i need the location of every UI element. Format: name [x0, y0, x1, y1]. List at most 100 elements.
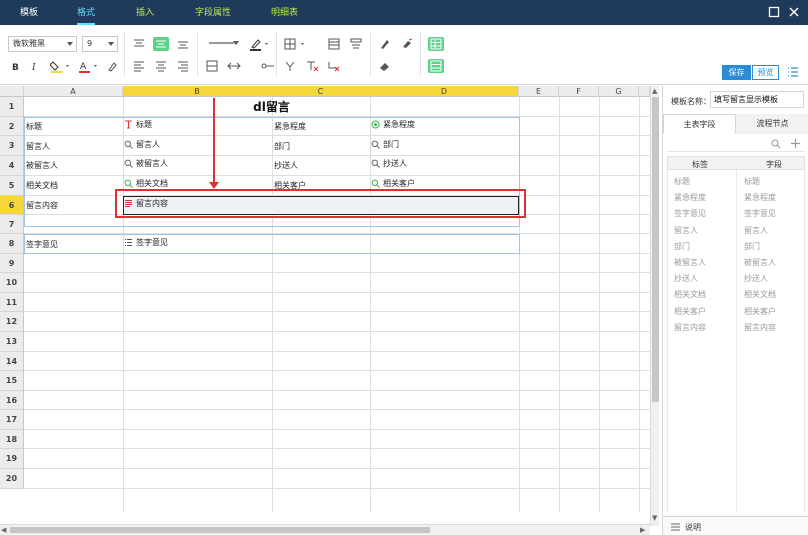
border-color-icon[interactable]: [249, 37, 271, 51]
field-search-input[interactable]: [667, 136, 805, 152]
align-top-icon[interactable]: [131, 37, 147, 51]
field-label-item[interactable]: 签字意见: [674, 208, 706, 219]
eraser-icon[interactable]: [377, 59, 393, 73]
cell-field[interactable]: 签字意见: [124, 237, 168, 248]
row-header[interactable]: 14: [0, 352, 24, 371]
row-header[interactable]: 15: [0, 371, 24, 391]
cell-label[interactable]: 抄送人: [274, 160, 298, 171]
field-name-item[interactable]: 相关文档: [744, 289, 776, 300]
paste-icon[interactable]: [282, 59, 298, 73]
delete-format-icon[interactable]: [304, 59, 320, 73]
cut-icon[interactable]: [260, 59, 276, 73]
scroll-right-icon[interactable]: ▶: [640, 526, 645, 534]
scroll-up-icon[interactable]: ▲: [652, 87, 657, 95]
field-label-item[interactable]: 标题: [674, 176, 690, 187]
field-name-item[interactable]: 抄送人: [744, 273, 768, 284]
cell-label[interactable]: 标题: [26, 121, 42, 132]
font-size-select[interactable]: 9: [82, 36, 118, 52]
clear-border-icon[interactable]: [326, 59, 342, 73]
scroll-left-icon[interactable]: ◀: [1, 526, 6, 534]
merge-cells-icon[interactable]: [204, 59, 220, 73]
row-header[interactable]: 6: [0, 196, 24, 215]
align-center-icon[interactable]: [153, 59, 169, 73]
field-name-item[interactable]: 部门: [744, 241, 760, 252]
row-header[interactable]: 2: [0, 117, 24, 136]
field-label-item[interactable]: 相关文档: [674, 289, 706, 300]
cell-field[interactable]: 标题: [124, 119, 152, 130]
tab-template[interactable]: 模板: [20, 0, 38, 25]
cell-field[interactable]: 抄送人: [371, 158, 407, 169]
row-header[interactable]: 19: [0, 449, 24, 469]
field-label-item[interactable]: 被留言人: [674, 257, 706, 268]
field-label-item[interactable]: 留言人: [674, 225, 698, 236]
field-name-item[interactable]: 留言内容: [744, 322, 776, 333]
row-header[interactable]: 16: [0, 391, 24, 410]
corner-header[interactable]: [0, 86, 24, 97]
row-header[interactable]: 8: [0, 234, 24, 254]
field-name-item[interactable]: 被留言人: [744, 257, 776, 268]
font-color-icon[interactable]: A: [78, 59, 100, 73]
close-icon[interactable]: [788, 6, 800, 18]
row-header[interactable]: 10: [0, 273, 24, 293]
column-header-a[interactable]: A: [24, 86, 123, 97]
bold-icon[interactable]: B: [8, 59, 24, 73]
cell-label[interactable]: 紧急程度: [274, 121, 306, 132]
cell-label[interactable]: 被留言人: [26, 160, 58, 171]
cell-field[interactable]: 留言人: [124, 139, 160, 150]
insert-column-icon[interactable]: [348, 37, 364, 51]
cell-label[interactable]: 留言人: [26, 141, 50, 152]
tab-insert[interactable]: 插入: [136, 0, 154, 25]
row-header[interactable]: 5: [0, 176, 24, 196]
align-right-icon[interactable]: [175, 59, 191, 73]
cell-label[interactable]: 部门: [274, 141, 290, 152]
field-name-item[interactable]: 紧急程度: [744, 192, 776, 203]
field-label-item[interactable]: 紧急程度: [674, 192, 706, 203]
column-header-e[interactable]: E: [519, 86, 559, 97]
field-name-item[interactable]: 标题: [744, 176, 760, 187]
table-grid-icon[interactable]: [428, 37, 444, 51]
column-header-d[interactable]: D: [370, 86, 519, 97]
insert-row-icon[interactable]: [326, 37, 342, 51]
field-name-item[interactable]: 相关客户: [744, 306, 776, 317]
align-left-icon[interactable]: [131, 59, 147, 73]
line-style-select[interactable]: [204, 36, 242, 52]
border-select-icon[interactable]: [282, 37, 308, 51]
field-name-item[interactable]: 签字意见: [744, 208, 776, 219]
split-cells-icon[interactable]: [226, 59, 242, 73]
scroll-down-icon[interactable]: ▼: [652, 514, 657, 522]
restore-icon[interactable]: [768, 6, 780, 18]
cell-field[interactable]: 相关文档: [124, 178, 168, 189]
highlight-icon[interactable]: [377, 37, 393, 51]
tab-format[interactable]: 格式: [77, 0, 96, 25]
cell-field[interactable]: 被留言人: [124, 158, 168, 169]
row-header[interactable]: 9: [0, 254, 24, 273]
tab-field-properties[interactable]: 字段属性: [195, 0, 231, 25]
align-bottom-icon[interactable]: [175, 37, 191, 51]
list-menu-icon[interactable]: [787, 66, 799, 78]
horizontal-scrollbar[interactable]: ◀ ▶: [0, 524, 650, 535]
horizontal-scrollbar-thumb[interactable]: [10, 527, 430, 533]
field-label-item[interactable]: 抄送人: [674, 273, 698, 284]
preview-button[interactable]: 预览: [752, 65, 779, 80]
row-header[interactable]: 20: [0, 469, 24, 489]
cell-field[interactable]: 部门: [371, 139, 399, 150]
row-header[interactable]: 17: [0, 410, 24, 430]
row-header[interactable]: 3: [0, 136, 24, 156]
italic-icon[interactable]: I: [27, 59, 43, 73]
save-button[interactable]: 保存: [722, 65, 751, 80]
column-header-c[interactable]: C: [272, 86, 370, 97]
tab-detail-table[interactable]: 明细表: [271, 0, 298, 25]
field-label-item[interactable]: 部门: [674, 241, 690, 252]
font-family-select[interactable]: 微软雅黑: [8, 36, 77, 52]
column-header-g[interactable]: G: [599, 86, 639, 97]
column-header-b[interactable]: B: [123, 86, 272, 97]
vertical-scrollbar[interactable]: ▲ ▼: [650, 86, 659, 526]
row-header[interactable]: 12: [0, 312, 24, 332]
field-label-item[interactable]: 留言内容: [674, 322, 706, 333]
form-title[interactable]: dl留言: [24, 97, 519, 117]
row-header[interactable]: 4: [0, 156, 24, 176]
format-painter-icon[interactable]: [105, 59, 121, 73]
field-name-item[interactable]: 留言人: [744, 225, 768, 236]
cell-field[interactable]: 相关客户: [371, 178, 415, 189]
row-header[interactable]: 13: [0, 332, 24, 352]
